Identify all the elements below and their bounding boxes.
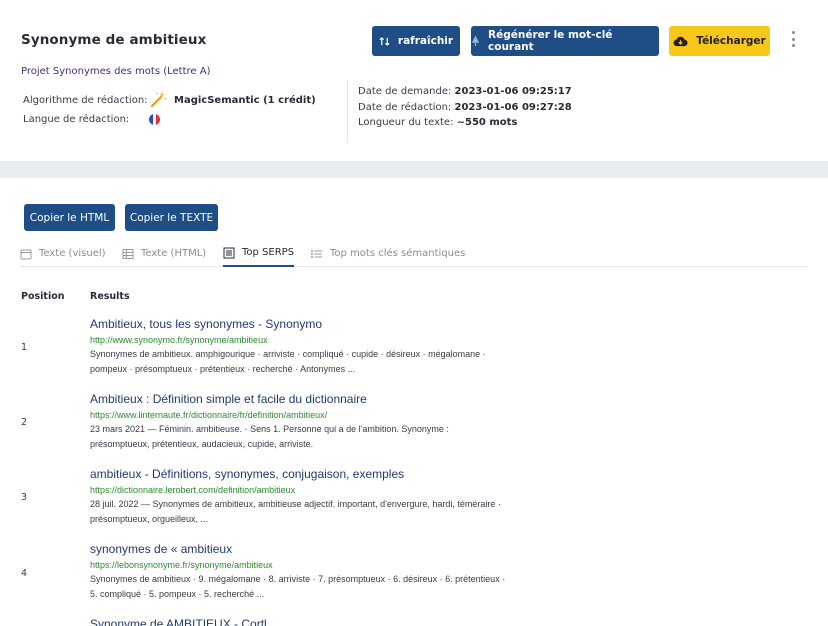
algorithm-value-wrap: MagicSemantic (1 crédit) [150,91,316,110]
result-snippet-line: 5. compliqué · 5. pompeux · 5. recherché… [90,589,265,599]
result-snippet-line: 28 juil. 2022 — Synonymes de ambitieux, … [90,499,501,509]
tab-bar: Texte (visuel) Texte (HTML) Top SERPS To… [20,240,808,267]
result-snippet-line: présomptueux, orgueilleux, ... [90,514,209,524]
result-title-link[interactable]: synonymes de « ambitieux [90,542,540,557]
header-card: Synonyme de ambitieux rafraîchir Régénér… [0,0,828,161]
writing-date-row: Date de rédaction: 2023-01-06 09:27:28 [358,100,572,116]
tab-top-serps[interactable]: Top SERPS [223,240,295,267]
writing-date-label: Date de rédaction: [358,101,452,113]
tab-semantic-keywords[interactable]: Top mots clés sémantiques [310,240,465,267]
kebab-menu-icon[interactable] [789,31,797,47]
length-row: Longueur du texte: ~550 mots [358,115,572,131]
magic-wand-icon [150,91,168,110]
tab-label: Top mots clés sémantiques [330,248,466,259]
length-value: ~550 mots [456,117,518,128]
copy-text-button[interactable]: Copier le TEXTE [125,204,218,231]
length-label: Longueur du texte: [358,117,454,128]
request-date-row: Date de demande: 2023-01-06 09:25:17 [358,84,572,100]
result-snippet-line: Synonymes de ambitieux. amphigourique · … [90,349,486,359]
tree-icon [471,35,480,47]
refresh-label: rafraîchir [397,35,454,47]
project-name: Projet Synonymes des mots (Lettre A) [21,66,211,77]
algorithm-label: Algorithme de rédaction: [23,95,148,106]
table-row: ambitieux - Définitions, synonymes, conj… [90,467,540,527]
download-button[interactable]: Télécharger [669,26,770,56]
tab-text-visual[interactable]: Texte (visuel) [20,240,106,267]
algorithm-row: Algorithme de rédaction: MagicSemantic (… [23,91,316,110]
result-url[interactable]: https://dictionnaire.lerobert.com/defini… [90,483,540,497]
row-position: 2 [21,417,28,428]
result-snippet-line: 23 mars 2021 — Féminin. ambitieuse. · Se… [90,424,449,434]
calendar-icon [20,248,32,260]
copy-html-button[interactable]: Copier le HTML [24,204,115,231]
tab-label: Top SERPS [242,247,295,258]
result-title-link[interactable]: ambitieux - Définitions, synonymes, conj… [90,467,540,482]
result-url[interactable]: https://lebonsynonyme.fr/synonyme/ambiti… [90,558,540,572]
french-flag-icon [149,114,160,125]
regenerate-label: Régénérer le mot-clé courant [488,29,613,53]
meta-divider [347,80,348,143]
regenerate-keyword-button[interactable]: Régénérer le mot-clé courant [471,26,659,56]
tab-text-html[interactable]: Texte (HTML) [122,240,206,267]
sort-arrows-icon [379,36,390,47]
request-date-label: Date de demande: [358,86,452,97]
result-title-link[interactable]: Synonyme de AMBITIEUX - Cortl [90,617,540,626]
tab-label: Texte (HTML) [141,248,207,259]
result-title-link[interactable]: Ambitieux : Définition simple et facile … [90,392,540,407]
meta-right: Date de demande: 2023-01-06 09:25:17 Dat… [358,84,572,131]
section-separator [0,161,828,178]
table-row: Synonyme de AMBITIEUX - Cortl [90,617,540,626]
row-position: 3 [21,492,28,503]
algorithm-value: MagicSemantic (1 crédit) [174,95,316,106]
result-url[interactable]: https://www.linternaute.fr/dictionnaire/… [90,408,540,422]
table-icon [122,248,134,260]
list-bullets-icon [310,248,323,260]
request-date-value: 2023-01-06 09:25:17 [454,86,572,97]
page-title: Synonyme de ambitieux [21,32,207,48]
writing-date-value: 2023-01-06 09:27:28 [454,101,572,113]
language-row: Langue de rédaction: [23,110,316,129]
language-label: Langue de rédaction: [23,114,130,125]
column-header-position: Position [21,291,65,302]
refresh-button[interactable]: rafraîchir [372,26,460,56]
result-snippet-line: Synonymes de ambitieux · 9. mégalomane ·… [90,574,506,584]
table-row: Ambitieux, tous les synonymes - Synonymo… [90,317,540,377]
row-position: 4 [21,568,28,579]
meta-left: Algorithme de rédaction: MagicSemantic (… [23,91,316,129]
result-title-link[interactable]: Ambitieux, tous les synonymes - Synonymo [90,317,540,332]
column-header-results: Results [90,291,130,302]
result-snippet-line: pompeux · présomptueux · prétentieux · r… [90,364,356,374]
result-url[interactable]: http://www.synonymo.fr/synonyme/ambitieu… [90,333,540,347]
result-snippet-line: présomptueux, prétentieux, audacieux, cu… [90,439,314,449]
table-row: synonymes de « ambitieux https://lebonsy… [90,542,540,602]
cloud-download-icon [673,36,688,47]
table-row: Ambitieux : Définition simple et facile … [90,392,540,452]
download-label: Télécharger [696,35,766,47]
tab-label: Texte (visuel) [39,248,106,259]
list-icon [223,247,235,259]
row-position: 1 [21,342,28,353]
